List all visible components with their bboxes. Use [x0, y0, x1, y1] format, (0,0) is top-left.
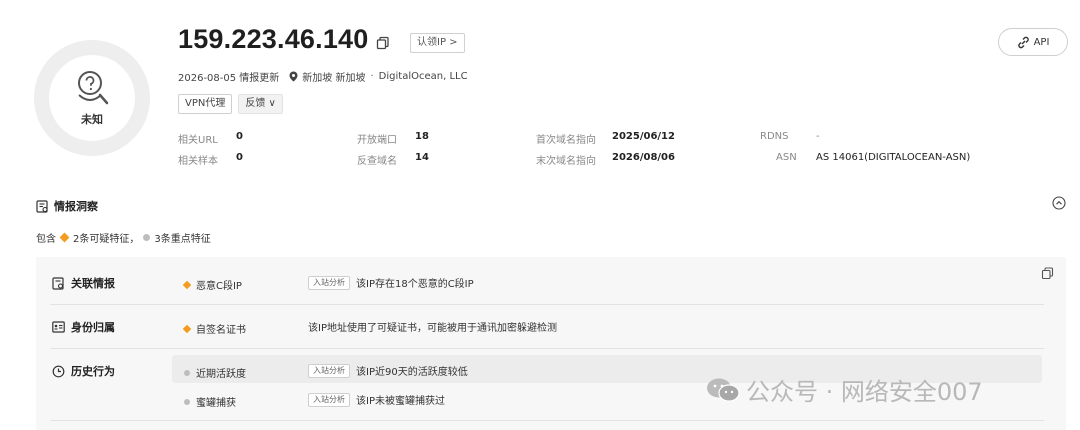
description-row-3: 入站分析 该IP近90天的活跃度较低: [308, 363, 468, 378]
stat-asn: ASN AS 14061(DIGITALOCEAN-ASN): [776, 152, 971, 163]
insight-icon: [36, 199, 48, 213]
risk-level-label: 未知: [81, 113, 103, 126]
related-intel-icon: [52, 276, 64, 290]
location-text: 新加坡 新加坡: [302, 73, 366, 84]
ip-header: 未知 159.223.46.140 认领IP > 2026-08-05 情报更新…: [0, 0, 1080, 185]
meta-line: 2026-08-05 情报更新 新加坡 新加坡 · DigitalOcean, …: [178, 69, 468, 84]
history-icon: [52, 365, 65, 377]
stat-first-domain: 首次域名指向 2025/06/12: [536, 131, 675, 146]
feedback-dropdown[interactable]: 反馈 ∨: [238, 94, 283, 114]
update-date: 2026-08-05 情报更新: [178, 73, 280, 84]
watermark-text: 公众号 · 网络安全007: [746, 378, 983, 406]
id-card-icon: [52, 321, 65, 333]
stat-open-ports: 开放端口 18: [357, 131, 429, 146]
feature-honeypot[interactable]: 蜜罐捕获: [184, 394, 236, 409]
api-label: API: [1033, 36, 1050, 48]
suspicious-diamond-icon: [182, 324, 192, 333]
inbound-analysis-tag: 入站分析: [308, 363, 350, 378]
description-row-1: 入站分析 该IP存在18个恶意的C段IP: [308, 275, 474, 290]
stat-related-samples: 相关样本 0: [178, 152, 243, 167]
key-dot-icon: [184, 398, 190, 405]
suspicious-diamond-icon: [182, 280, 192, 289]
category-history: 历史行为: [52, 363, 115, 379]
org-text: DigitalOcean, LLC: [378, 71, 468, 82]
link-icon: [1017, 36, 1029, 48]
description-row-2: 该IP地址使用了可疑证书，可能被用于通讯加密躲避检测: [308, 323, 557, 334]
tag-vpn-proxy[interactable]: VPN代理: [178, 94, 233, 114]
feature-malicious-c-segment[interactable]: 恶意C段IP: [182, 277, 242, 292]
feature-self-signed-cert[interactable]: 自签名证书: [182, 321, 246, 336]
stat-rdns: RDNS -: [760, 131, 820, 142]
risk-level-circle: 未知: [34, 40, 150, 156]
inbound-analysis-tag: 入站分析: [308, 392, 350, 407]
category-identity: 身份归属: [52, 319, 115, 335]
location-pin-icon: [289, 71, 298, 82]
row-divider: [50, 420, 1044, 421]
claim-ip-button[interactable]: 认领IP >: [410, 33, 465, 53]
tag-list: VPN代理 反馈 ∨: [178, 94, 283, 114]
row-divider: [50, 304, 1044, 305]
collapse-chevron-icon[interactable]: [1052, 196, 1066, 210]
insight-header: 情报洞察: [36, 198, 98, 214]
category-related-intel: 关联情报: [52, 275, 115, 291]
key-dot-icon: [184, 369, 190, 376]
suspicious-diamond-icon: [59, 232, 70, 243]
wechat-icon: [707, 378, 740, 402]
key-dot-icon: [143, 234, 151, 241]
ip-address-title: 159.223.46.140: [178, 24, 369, 54]
copy-icon[interactable]: [376, 36, 390, 50]
stat-last-domain: 末次域名指向 2026/08/06: [536, 152, 675, 167]
stat-reverse-domains: 反查域名 14: [357, 152, 429, 167]
api-button[interactable]: API: [998, 28, 1068, 56]
meta-separator: ·: [370, 71, 374, 82]
stat-related-url: 相关URL 0: [178, 131, 243, 146]
insight-summary: 包含 2条可疑特征， 3条重点特征: [36, 232, 211, 245]
row-divider: [50, 348, 1044, 349]
inbound-analysis-tag: 入站分析: [308, 275, 350, 290]
description-row-4: 入站分析 该IP未被蜜罐捕获过: [308, 392, 445, 407]
copy-icon[interactable]: [1041, 267, 1054, 280]
insight-title: 情报洞察: [54, 200, 98, 213]
risk-level-inner: 未知: [49, 55, 135, 141]
watermark: 公众号 · 网络安全007: [706, 372, 983, 407]
unknown-search-icon: [78, 71, 109, 105]
feature-recent-activity[interactable]: 近期活跃度: [184, 365, 246, 380]
